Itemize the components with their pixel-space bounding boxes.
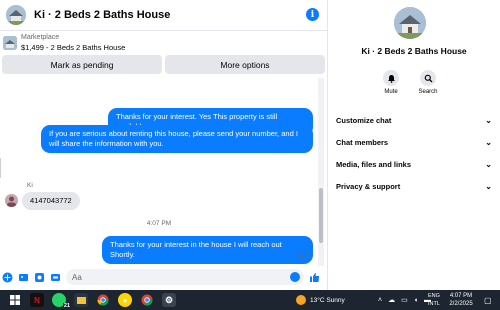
search-button[interactable]: Search: [413, 70, 443, 95]
chat-panel: Ki · 2 Beds 2 Baths House i Marketplace …: [0, 0, 327, 290]
settings-icon[interactable]: ⚙: [162, 293, 176, 307]
chevron-down-icon: ⌄: [485, 137, 492, 147]
chat-title: Ki · 2 Beds 2 Baths House: [34, 9, 171, 21]
menu-item-label: Media, files and links: [336, 159, 412, 169]
listing-avatar[interactable]: [6, 5, 26, 25]
mute-button[interactable]: Mute: [376, 70, 406, 95]
house-icon: [3, 36, 17, 50]
network-icon[interactable]: ▭: [401, 296, 408, 304]
sun-icon: [296, 295, 306, 305]
listing-avatar-large[interactable]: [394, 7, 426, 39]
sent-status: Sent: [297, 254, 310, 260]
details-title: Ki · 2 Beds 2 Baths House: [361, 46, 467, 56]
house-icon: [6, 5, 26, 25]
menu-privacy-support[interactable]: Privacy & support ⌄: [336, 179, 492, 193]
menu-chat-members[interactable]: Chat members ⌄: [336, 135, 492, 149]
chat-header: Ki · 2 Beds 2 Baths House i: [0, 0, 327, 30]
menu-media-files-links[interactable]: Media, files and links ⌄: [336, 157, 492, 171]
divider: [0, 158, 3, 178]
listing-actions: Mark as pending More options: [0, 55, 327, 75]
notifications-icon[interactable]: ▢: [484, 290, 492, 310]
search-icon: [420, 70, 436, 86]
message-input-placeholder: Aa: [72, 272, 82, 282]
search-label: Search: [418, 89, 438, 95]
photo-icon[interactable]: [18, 272, 29, 283]
sender-name: Ki: [27, 182, 33, 189]
taskbar: N 21 ● ⚙ 13°C Sunny ˄ ☁ ▭ ◖ ▬ ENG INTL 4…: [0, 290, 500, 310]
thumbs-up-icon[interactable]: [309, 272, 320, 283]
menu-customize-chat[interactable]: Customize chat ⌄: [336, 113, 492, 127]
start-icon[interactable]: [8, 293, 22, 307]
menu-item-label: Customize chat: [336, 115, 392, 125]
listing-thumbnail: [3, 36, 17, 50]
house-icon: [394, 7, 426, 39]
lang-line2: INTL: [428, 301, 440, 307]
cloud-icon[interactable]: ☁: [388, 296, 395, 304]
chrome-profile-icon[interactable]: [140, 293, 154, 307]
bell-icon: [383, 70, 399, 86]
message-bubble-incoming: 4147043772: [22, 192, 80, 210]
netflix-icon[interactable]: N: [30, 293, 44, 307]
more-options-button[interactable]: More options: [165, 55, 325, 74]
volume-icon[interactable]: ◖: [414, 297, 418, 304]
language-indicator[interactable]: ENG INTL: [428, 292, 440, 308]
messenger-window: Ki · 2 Beds 2 Baths House i Marketplace …: [0, 0, 500, 310]
scrollbar[interactable]: [318, 78, 324, 266]
snapchat-icon[interactable]: ●: [118, 293, 132, 307]
message-timestamp: 4:07 PM: [146, 220, 172, 227]
menu-item-label: Privacy & support: [336, 181, 401, 191]
composer: Aa: [0, 266, 327, 288]
chrome-icon[interactable]: [96, 293, 110, 307]
chevron-down-icon: ⌄: [485, 115, 492, 125]
info-icon[interactable]: i: [306, 8, 319, 21]
message-bubble: Thanks for your interest in the house I …: [102, 236, 313, 264]
weather-widget[interactable]: 13°C Sunny: [296, 290, 345, 310]
chevron-down-icon: ⌄: [485, 181, 492, 191]
clock-date: 2/2/2025: [449, 301, 473, 307]
emoji-icon[interactable]: [290, 272, 300, 282]
listing-source: Marketplace: [21, 34, 60, 41]
add-icon[interactable]: [2, 272, 13, 283]
mute-label: Mute: [384, 89, 398, 95]
chevron-up-icon[interactable]: ˄: [378, 297, 382, 304]
notification-badge: 21: [62, 303, 71, 309]
message-input[interactable]: Aa: [66, 269, 304, 285]
listing-banner[interactable]: Marketplace $1,499 - 2 Beds 2 Baths Hous…: [0, 30, 327, 55]
menu-item-label: Chat members: [336, 137, 389, 147]
sender-avatar[interactable]: [5, 194, 18, 207]
listing-price-title: $1,499 - 2 Beds 2 Baths House: [21, 43, 126, 52]
clock-time: 4:07 PM: [449, 293, 473, 299]
lang-line1: ENG: [428, 293, 440, 299]
sticker-icon[interactable]: [34, 272, 45, 283]
message-bubble: If you are serious about renting this ho…: [41, 125, 313, 153]
file-explorer-icon[interactable]: [74, 293, 88, 307]
chevron-down-icon: ⌄: [485, 159, 492, 169]
mark-pending-button[interactable]: Mark as pending: [2, 55, 162, 74]
system-tray: ˄ ☁ ▭ ◖ ▬: [378, 290, 431, 310]
scrollbar-thumb[interactable]: [319, 188, 323, 243]
details-panel: Ki · 2 Beds 2 Baths House Mute Search Cu…: [327, 0, 500, 290]
message-list: Thanks for your interest. Yes This prope…: [0, 78, 318, 266]
clock[interactable]: 4:07 PM 2/2/2025: [445, 292, 477, 308]
person-icon: [5, 194, 18, 207]
gif-icon[interactable]: [50, 272, 61, 283]
weather-text: 13°C Sunny: [310, 296, 345, 304]
whatsapp-icon[interactable]: 21: [52, 293, 71, 309]
